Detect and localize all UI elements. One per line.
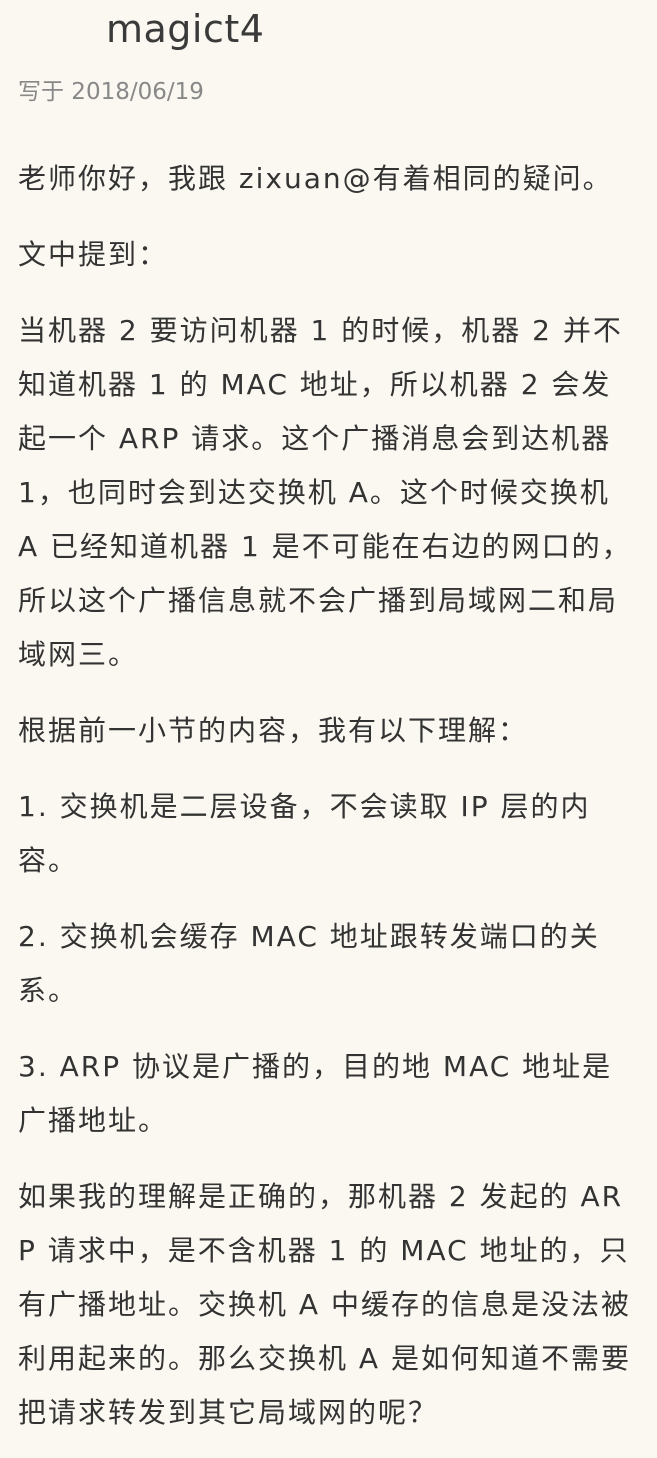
paragraph-point-3: 3. ARP 协议是广播的，目的地 MAC 地址是广播地址。 [18, 1050, 613, 1137]
paragraph-point-2: 2. 交换机会缓存 MAC 地址跟转发端口的关系。 [18, 920, 600, 1007]
paragraph-quote: 当机器 2 要访问机器 1 的时候，机器 2 并不知道机器 1 的 MAC 地址… [18, 314, 632, 671]
paragraph-quote-intro: 文中提到： [18, 238, 169, 271]
paragraph-question: 如果我的理解是正确的，那机器 2 发起的 ARP 请求中，是不含机器 1 的 M… [18, 1180, 631, 1429]
comment-header: magict4 写于 2018/06/19 [18, 0, 657, 140]
paragraph-point-1: 1. 交换机是二层设备，不会读取 IP 层的内容。 [18, 790, 591, 877]
comment-body: 老师你好，我跟 zixuan@有着相同的疑问。 文中提到： 当机器 2 要访问机… [18, 152, 640, 1440]
paragraph-greeting: 老师你好，我跟 zixuan@有着相同的疑问。 [18, 162, 613, 195]
paragraph-understanding-intro: 根据前一小节的内容，我有以下理解： [18, 714, 529, 747]
username[interactable]: magict4 [106, 6, 264, 52]
comment-page: magict4 写于 2018/06/19 老师你好，我跟 zixuan@有着相… [0, 0, 657, 1458]
post-date: 写于 2018/06/19 [18, 79, 204, 105]
